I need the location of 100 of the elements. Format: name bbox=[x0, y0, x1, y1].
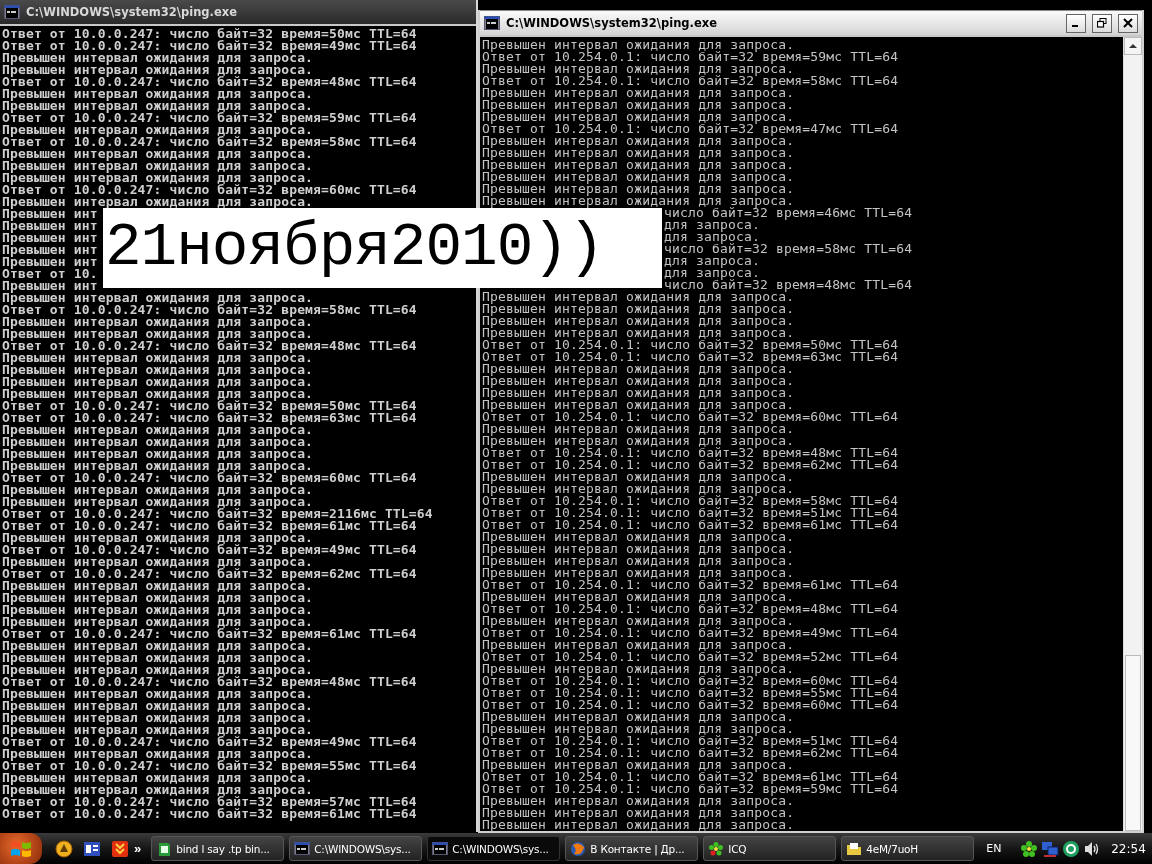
console-line: Превышен интервал ожидания для запроса. bbox=[482, 387, 795, 399]
console-line: Превышен интервал ожидания для запроса. bbox=[482, 663, 795, 675]
console-line: Ответ от 10.254.0.1: число байт=32 время=58мс TTL=64 bbox=[482, 75, 899, 87]
console-line: Превышен интервал ожидания для запроса. bbox=[482, 183, 795, 195]
console-line: Ответ от 10. bbox=[2, 268, 98, 280]
console-line: Превышен интервал ожидания для запроса. bbox=[482, 807, 795, 819]
ring-icon[interactable] bbox=[1062, 839, 1081, 858]
language-indicator[interactable]: EN bbox=[974, 842, 1015, 855]
console-line: Превышен интервал ожидания для запроса. bbox=[482, 795, 795, 807]
console-line: Превышен интервал ожидания для запроса. bbox=[482, 471, 795, 483]
start-button[interactable] bbox=[0, 833, 42, 864]
globe-icon bbox=[570, 840, 587, 857]
console-line: Ответ от 10.254.0.1: число байт=32 время=55мс TTL=64 bbox=[482, 687, 899, 699]
console-line: Превышен интервал ожидания для запроса. bbox=[2, 772, 314, 784]
console-line: Превышен интервал ожидания для запроса. bbox=[2, 436, 314, 448]
restore-icon[interactable] bbox=[1097, 18, 1107, 28]
console-line: Превышен интервал ожидания для запроса. bbox=[2, 496, 314, 508]
console-line: Превышен интервал ожидания для запроса. bbox=[482, 483, 795, 495]
console-icon bbox=[4, 5, 20, 19]
flower-icon[interactable] bbox=[1020, 839, 1039, 858]
taskbar-button[interactable]: C:\WINDOWS\sys... bbox=[427, 836, 561, 861]
console-line: Превышен интервал ожидания для запроса. bbox=[482, 567, 795, 579]
console-line: Ответ от 10.0.0.247: число байт=32 время=50мс TTL=64 bbox=[2, 400, 417, 412]
console-line: Ответ от 10.254.0.1: число байт=32 время=51мс TTL=64 bbox=[482, 735, 899, 747]
console-line: Ответ от 10.0.0.247: число байт=32 время=61мс TTL=64 bbox=[2, 808, 417, 820]
console-line: Превышен интервал ожидания для запроса. bbox=[2, 316, 314, 328]
console-line: для запроса. bbox=[664, 219, 761, 231]
taskbar-button[interactable]: 4eM/7uoH bbox=[841, 836, 975, 861]
console-line: Ответ от 10.0.0.247: число байт=32 время=60мс TTL=64 bbox=[2, 472, 417, 484]
console-line: Превышен интервал ожидания для запроса. bbox=[482, 711, 795, 723]
console-line: Превышен интервал ожидания для запроса. bbox=[2, 328, 314, 340]
console-line: Ответ от 10.254.0.1: число байт=32 время=47мс TTL=64 bbox=[482, 123, 899, 135]
console-line: Превышен интервал ожидания для запроса. bbox=[2, 712, 314, 724]
console-line: Превышен интервал ожидания для запроса. bbox=[2, 124, 314, 136]
console-line: Превышен интервал ожидания для запроса. bbox=[2, 664, 314, 676]
download-icon[interactable] bbox=[110, 838, 130, 859]
console-line: Превышен интервал ожидания для запроса. bbox=[482, 291, 795, 303]
console-line: Превышен интервал ожидания для запроса. bbox=[2, 616, 314, 628]
console-line: Превышен интервал ожидания для запроса. bbox=[482, 723, 795, 735]
console-line: Превышен интервал ожидания для запроса. bbox=[2, 700, 314, 712]
console-line: Превышен интервал ожидания для запроса. bbox=[482, 315, 795, 327]
console-line: Ответ от 10.0.0.247: число байт=32 время=48мс TTL=64 bbox=[2, 676, 417, 688]
scroll-up-button[interactable] bbox=[1124, 37, 1142, 55]
console-line: Превышен интервал ожидания для запроса. bbox=[482, 759, 795, 771]
console-line: Превышен интервал ожидания для запроса. bbox=[482, 63, 795, 75]
console-line: Превышен интервал ожидания для запроса. bbox=[482, 195, 795, 207]
console-line: Превышен интервал ожидания для запроса. bbox=[482, 87, 795, 99]
console-line: Ответ от 10.0.0.247: число байт=32 время=60мс TTL=64 bbox=[2, 184, 417, 196]
network-icon[interactable] bbox=[1041, 839, 1060, 858]
console-line: Превышен интервал ожидания для запроса. bbox=[482, 135, 795, 147]
console-line: Ответ от 10.254.0.1: число байт=32 время=52мс TTL=64 bbox=[482, 651, 899, 663]
console-line: Превышен интервал ожидания для запроса. bbox=[2, 580, 314, 592]
console-line: Превышен интервал ожидания для запроса. bbox=[482, 423, 795, 435]
console-line: Ответ от 10.0.0.247: число байт=32 время=61мс TTL=64 bbox=[2, 520, 417, 532]
scrollbar[interactable] bbox=[1123, 37, 1142, 831]
console-line: Превышен интервал ожидания для запроса. bbox=[482, 171, 795, 183]
console-line: Ответ от 10.0.0.247: число байт=32 время=48мс TTL=64 bbox=[2, 76, 417, 88]
console-line: Превышен интервал ожидания для запроса. bbox=[2, 640, 314, 652]
window-title: C:\WINDOWS\system32\ping.exe bbox=[26, 5, 237, 19]
console-line: Ответ от 10.254.0.1: число байт=32 время=61мс TTL=64 bbox=[482, 579, 899, 591]
console-line: Превышен интервал ожидания для запроса. bbox=[2, 388, 314, 400]
console-line: Ответ от 10.254.0.1: число байт=32 время=59мс TTL=64 bbox=[482, 783, 899, 795]
console-line: Превышен интервал ожидания для запроса. bbox=[482, 147, 795, 159]
console-line: Превышен интервал ожидания для запроса. bbox=[482, 303, 795, 315]
console-line: для запроса. bbox=[664, 255, 761, 267]
taskbar-button[interactable]: bind l say .tp bin... bbox=[151, 836, 285, 861]
console-line: Превышен интервал ожидания для запроса. bbox=[2, 484, 314, 496]
console-line: Ответ от 10.0.0.247: число байт=32 время=49мс TTL=64 bbox=[2, 544, 417, 556]
folder-icon bbox=[846, 840, 863, 857]
close-icon[interactable] bbox=[1123, 18, 1133, 28]
scrollbar-thumb[interactable] bbox=[1125, 655, 1141, 831]
console-line: Превышен инт bbox=[2, 208, 98, 220]
console-line: Ответ от 10.0.0.247: число байт=32 время=49мс TTL=64 bbox=[2, 736, 417, 748]
more-button[interactable]: » bbox=[130, 841, 148, 856]
taskbar-button[interactable]: В Контакте | Др... bbox=[565, 836, 699, 861]
close-button[interactable] bbox=[1118, 13, 1138, 33]
window-title: C:\WINDOWS\system32\ping.exe bbox=[506, 16, 717, 30]
console-icon bbox=[432, 840, 449, 857]
console-line: Превышен интервал ожидания для запроса. bbox=[2, 448, 314, 460]
console-line: Превышен инт bbox=[2, 280, 98, 292]
console-icon bbox=[294, 840, 311, 857]
console-line: Ответ от 10.0.0.247: число байт=32 время=50мс TTL=64 bbox=[2, 28, 417, 40]
console-line: Превышен интервал ожидания для запроса. bbox=[2, 592, 314, 604]
taskbar-button[interactable]: C:\WINDOWS\sys... bbox=[289, 836, 423, 861]
console-line: Ответ от 10.254.0.1: число байт=32 время=50мс TTL=64 bbox=[482, 339, 899, 351]
restore-button[interactable] bbox=[1092, 13, 1112, 33]
console-line: число байт=32 время=46мс TTL=64 bbox=[664, 207, 913, 219]
console-line: Ответ от 10.254.0.1: число байт=32 время=48мс TTL=64 bbox=[482, 603, 899, 615]
console-line: Превышен интервал ожидания для запроса. bbox=[2, 688, 314, 700]
console-line: Ответ от 10.0.0.247: число байт=32 время=58мс TTL=64 bbox=[2, 136, 417, 148]
console-line: Ответ от 10.0.0.247: число байт=32 время=61мс TTL=64 bbox=[2, 628, 417, 640]
console-line: Превышен интервал ожидания для запроса. bbox=[482, 531, 795, 543]
taskbar-button[interactable]: ICQ bbox=[703, 836, 837, 861]
console-line: для запроса. bbox=[664, 231, 761, 243]
console-line: Превышен интервал ожидания для запроса. bbox=[2, 172, 314, 184]
console-line: Превышен интервал ожидания для запроса. bbox=[2, 724, 314, 736]
console-line: Превышен интервал ожидания для запроса. bbox=[2, 148, 314, 160]
minimize-button[interactable] bbox=[1066, 13, 1086, 33]
console-line: Ответ от 10.254.0.1: число байт=32 время=60мс TTL=64 bbox=[482, 411, 899, 423]
console-line: Ответ от 10.0.0.247: число байт=32 время=55мс TTL=64 bbox=[2, 760, 417, 772]
